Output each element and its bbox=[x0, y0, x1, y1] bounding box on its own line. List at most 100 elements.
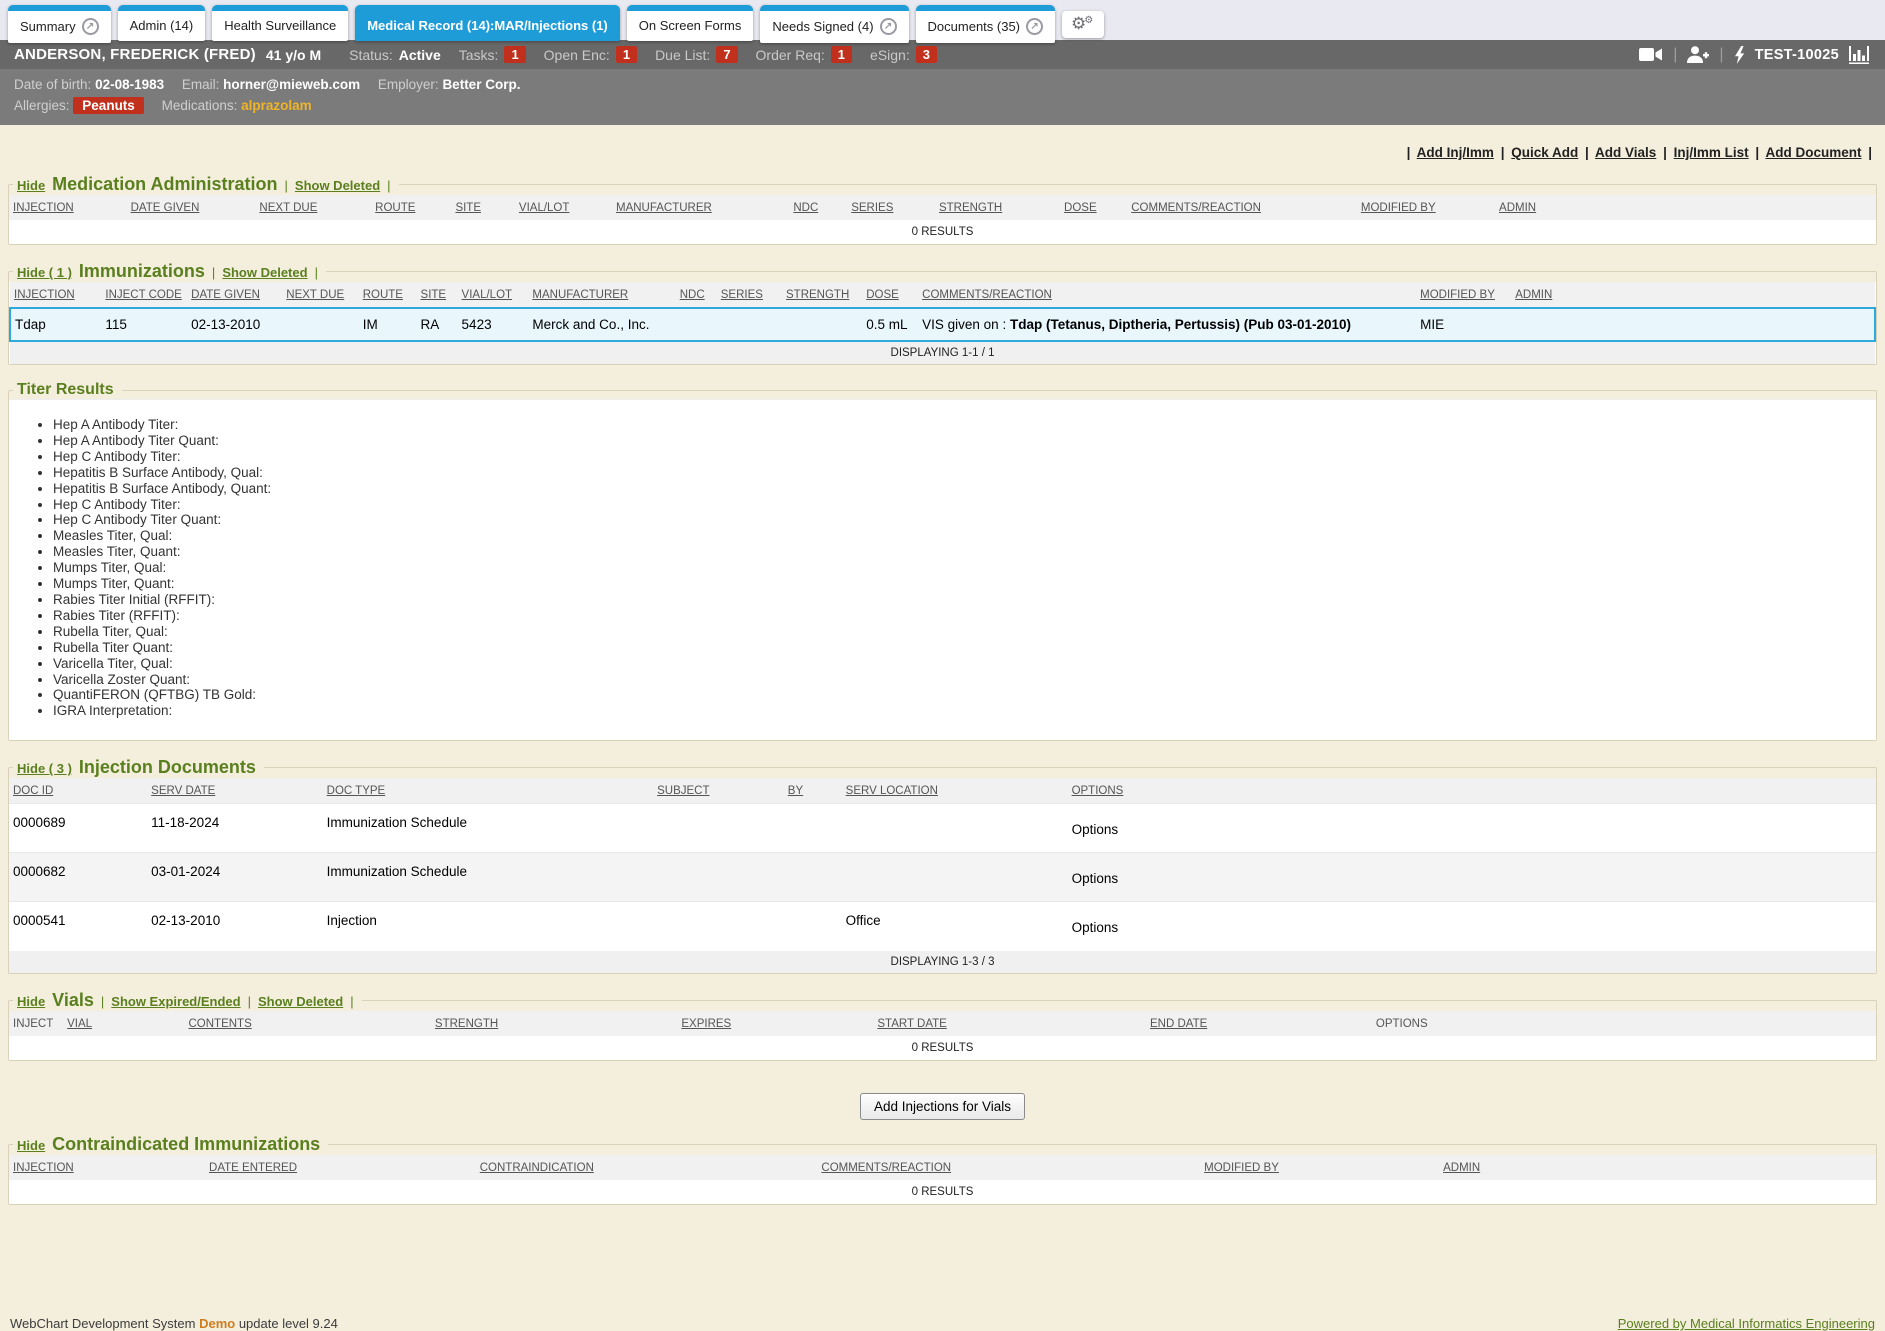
document-row[interactable]: 0000541 02-13-2010 Injection Office Opti… bbox=[9, 902, 1876, 951]
external-link-icon[interactable]: ↗ bbox=[1026, 18, 1043, 35]
column-header[interactable]: SITE bbox=[451, 195, 514, 220]
column-header[interactable]: CONTENTS bbox=[184, 1011, 430, 1036]
column-header[interactable]: SERV DATE bbox=[147, 778, 322, 804]
column-header[interactable]: DOSE bbox=[1060, 195, 1127, 220]
esign-count-badge[interactable]: 3 bbox=[916, 46, 937, 63]
cell-subject bbox=[653, 853, 784, 902]
add-document-link[interactable]: Add Document bbox=[1765, 145, 1861, 160]
add-injections-for-vials-button[interactable]: Add Injections for Vials bbox=[860, 1093, 1025, 1120]
column-header[interactable]: COMMENTS/REACTION bbox=[918, 282, 1416, 308]
column-header[interactable]: MANUFACTURER bbox=[528, 282, 675, 308]
column-header[interactable]: DATE GIVEN bbox=[127, 195, 256, 220]
column-header[interactable]: INJECTION bbox=[9, 1155, 205, 1180]
column-header[interactable]: ADMIN bbox=[1511, 282, 1875, 308]
tab-needs-signed[interactable]: Needs Signed (4) ↗ bbox=[760, 5, 908, 43]
column-header[interactable]: ROUTE bbox=[359, 282, 417, 308]
column-header[interactable]: INJECT CODE bbox=[101, 282, 187, 308]
column-header[interactable]: END DATE bbox=[1146, 1011, 1372, 1036]
hide-link[interactable]: Hide ( 1 ) bbox=[17, 265, 72, 280]
column-header[interactable]: NEXT DUE bbox=[282, 282, 358, 308]
column-header[interactable]: INJECTION bbox=[10, 282, 101, 308]
titer-item: IGRA Interpretation: bbox=[53, 703, 1876, 719]
column-header[interactable]: STRENGTH bbox=[431, 1011, 677, 1036]
show-deleted-link[interactable]: Show Deleted bbox=[222, 265, 307, 280]
titer-item: Rubella Titer Quant: bbox=[53, 640, 1876, 656]
column-header[interactable]: DATE ENTERED bbox=[205, 1155, 476, 1180]
column-header[interactable]: SERIES bbox=[847, 195, 935, 220]
hide-link[interactable]: Hide bbox=[17, 1138, 45, 1153]
column-header[interactable]: DOSE bbox=[862, 282, 918, 308]
column-header[interactable]: STRENGTH bbox=[782, 282, 862, 308]
column-header[interactable]: NDC bbox=[676, 282, 717, 308]
column-header[interactable]: INJECTION bbox=[9, 195, 127, 220]
add-vials-link[interactable]: Add Vials bbox=[1595, 145, 1656, 160]
hide-link[interactable]: Hide bbox=[17, 994, 45, 1009]
due-list-count-badge[interactable]: 7 bbox=[716, 46, 737, 63]
flowsheet-chart-icon[interactable] bbox=[1849, 46, 1871, 64]
column-header[interactable]: OPTIONS bbox=[1068, 778, 1876, 804]
footer-update-level: update level 9.24 bbox=[239, 1316, 338, 1331]
column-header[interactable]: COMMENTS/REACTION bbox=[817, 1155, 1200, 1180]
cell-by bbox=[784, 853, 842, 902]
add-person-icon[interactable] bbox=[1687, 46, 1709, 63]
allergy-badge[interactable]: Peanuts bbox=[73, 97, 144, 114]
column-header[interactable]: NDC bbox=[789, 195, 847, 220]
column-header[interactable]: NEXT DUE bbox=[255, 195, 371, 220]
tab-on-screen-forms[interactable]: On Screen Forms bbox=[627, 5, 754, 41]
options-menu[interactable]: Options bbox=[1072, 920, 1119, 935]
show-deleted-link[interactable]: Show Deleted bbox=[258, 994, 343, 1009]
column-header[interactable]: EXPIRES bbox=[677, 1011, 873, 1036]
column-header[interactable]: STRENGTH bbox=[935, 195, 1060, 220]
column-header[interactable]: DOC TYPE bbox=[323, 778, 653, 804]
tasks-count-badge[interactable]: 1 bbox=[504, 46, 525, 63]
tab-health-surveillance[interactable]: Health Surveillance bbox=[212, 5, 348, 41]
add-inj-imm-link[interactable]: Add Inj/Imm bbox=[1417, 145, 1494, 160]
column-header[interactable]: SITE bbox=[417, 282, 458, 308]
options-menu[interactable]: Options bbox=[1072, 822, 1119, 837]
column-header[interactable]: ADMIN bbox=[1495, 195, 1876, 220]
tab-medical-record-active[interactable]: Medical Record (14):MAR/Injections (1) bbox=[355, 5, 620, 41]
column-header[interactable]: VIAL bbox=[63, 1011, 184, 1036]
external-link-icon[interactable]: ↗ bbox=[880, 18, 897, 35]
column-header[interactable]: MODIFIED BY bbox=[1416, 282, 1511, 308]
titer-item: Hep C Antibody Titer: bbox=[53, 449, 1876, 465]
column-header[interactable]: DOC ID bbox=[9, 778, 147, 804]
immunization-row-tdap[interactable]: Tdap 115 02-13-2010 IM RA 5423 Merck and… bbox=[10, 308, 1875, 341]
column-header[interactable]: SERV LOCATION bbox=[842, 778, 1068, 804]
quick-add-link[interactable]: Quick Add bbox=[1511, 145, 1578, 160]
comments-prefix: VIS given on : bbox=[922, 317, 1010, 332]
column-header[interactable]: MODIFIED BY bbox=[1357, 195, 1495, 220]
document-row[interactable]: 0000682 03-01-2024 Immunization Schedule… bbox=[9, 853, 1876, 902]
order-req-count-badge[interactable]: 1 bbox=[831, 46, 852, 63]
column-header[interactable]: CONTRAINDICATION bbox=[476, 1155, 818, 1180]
column-header[interactable]: BY bbox=[784, 778, 842, 804]
column-header[interactable]: VIAL/LOT bbox=[515, 195, 612, 220]
external-link-icon[interactable]: ↗ bbox=[82, 18, 99, 35]
settings-gear-button[interactable]: ⚙⚙ bbox=[1062, 11, 1104, 38]
open-enc-count-badge[interactable]: 1 bbox=[616, 46, 637, 63]
column-header[interactable]: ADMIN bbox=[1439, 1155, 1876, 1180]
column-header[interactable]: DATE GIVEN bbox=[187, 282, 282, 308]
lightning-bolt-icon[interactable] bbox=[1734, 46, 1745, 64]
show-expired-link[interactable]: Show Expired/Ended bbox=[111, 994, 240, 1009]
column-header[interactable]: MANUFACTURER bbox=[612, 195, 789, 220]
hide-link[interactable]: Hide ( 3 ) bbox=[17, 761, 72, 776]
inj-imm-list-link[interactable]: Inj/Imm List bbox=[1674, 145, 1749, 160]
document-row[interactable]: 0000689 11-18-2024 Immunization Schedule… bbox=[9, 804, 1876, 853]
column-header[interactable]: SERIES bbox=[717, 282, 782, 308]
video-camera-icon[interactable] bbox=[1639, 47, 1663, 62]
tab-summary[interactable]: Summary ↗ bbox=[8, 5, 111, 43]
column-header[interactable]: MODIFIED BY bbox=[1200, 1155, 1439, 1180]
show-deleted-link[interactable]: Show Deleted bbox=[295, 178, 380, 193]
medications-value[interactable]: alprazolam bbox=[241, 98, 312, 113]
tab-admin[interactable]: Admin (14) bbox=[118, 5, 206, 41]
hide-link[interactable]: Hide bbox=[17, 178, 45, 193]
column-header[interactable]: ROUTE bbox=[371, 195, 451, 220]
column-header[interactable]: VIAL/LOT bbox=[458, 282, 529, 308]
divider: | bbox=[248, 994, 251, 1009]
column-header[interactable]: COMMENTS/REACTION bbox=[1127, 195, 1357, 220]
column-header[interactable]: SUBJECT bbox=[653, 778, 784, 804]
tab-documents[interactable]: Documents (35) ↗ bbox=[916, 5, 1055, 43]
column-header[interactable]: START DATE bbox=[873, 1011, 1146, 1036]
options-menu[interactable]: Options bbox=[1072, 871, 1119, 886]
